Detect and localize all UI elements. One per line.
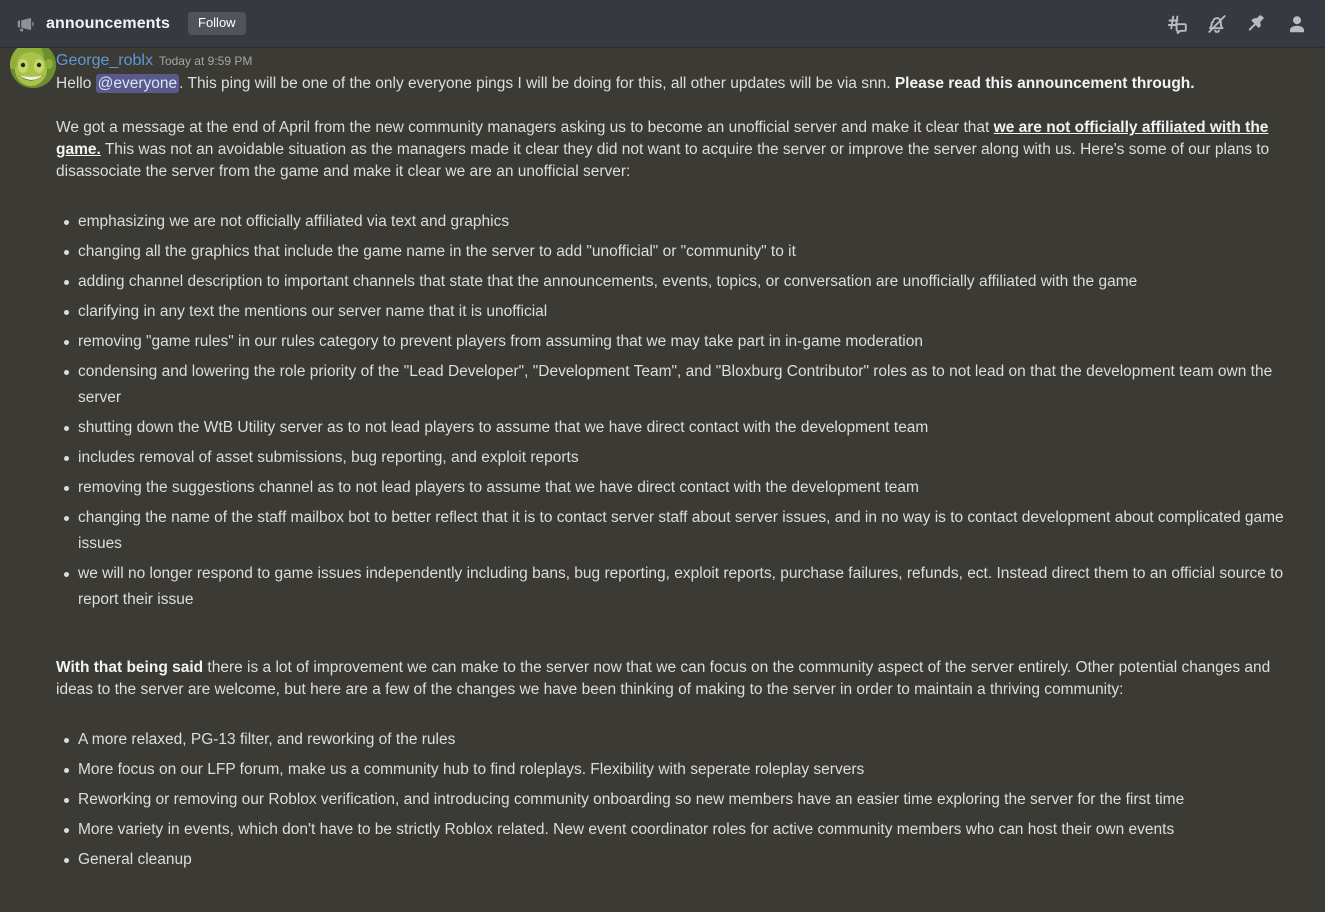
paragraph-1-part-1: We got a message at the end of April fro… xyxy=(56,119,994,136)
intro-bold-tail: Please read this announcement through. xyxy=(894,75,1195,92)
channel-header: announcements Follow xyxy=(0,0,1325,48)
paragraph-2: With that being said there is a lot of i… xyxy=(56,657,1309,701)
list-item: changing all the graphics that include t… xyxy=(64,239,1309,265)
megaphone-icon xyxy=(14,12,38,36)
members-icon[interactable] xyxy=(1285,12,1309,36)
list-item: changing the name of the staff mailbox b… xyxy=(64,505,1309,557)
message: George_roblx Today at 9:59 PM Hello @ever… xyxy=(0,48,1325,912)
paragraph-intro: Hello @everyone. This ping will be one o… xyxy=(56,73,1309,95)
paragraph-1: We got a message at the end of April fro… xyxy=(56,117,1309,183)
follow-button[interactable]: Follow xyxy=(188,12,246,35)
list-item: includes removal of asset submissions, b… xyxy=(64,445,1309,471)
message-body: George_roblx Today at 9:59 PM Hello @ever… xyxy=(56,50,1309,912)
list-item: adding channel description to important … xyxy=(64,269,1309,295)
channel-header-actions xyxy=(1165,12,1313,36)
list-item: A more relaxed, PG-13 filter, and rework… xyxy=(64,727,1309,753)
bell-muted-icon[interactable] xyxy=(1205,12,1229,36)
message-timestamp: Today at 9:59 PM xyxy=(158,54,253,68)
list-item: General cleanup xyxy=(64,847,1309,873)
pin-icon[interactable] xyxy=(1245,12,1269,36)
avatar[interactable] xyxy=(10,48,56,88)
intro-before-mention: Hello xyxy=(56,75,96,92)
list-item: emphasizing we are not officially affili… xyxy=(64,209,1309,235)
author-name[interactable]: George_roblx xyxy=(56,52,153,69)
list-item: clarifying in any text the mentions our … xyxy=(64,299,1309,325)
list-item: shutting down the WtB Utility server as … xyxy=(64,415,1309,441)
list-item: More focus on our LFP forum, make us a c… xyxy=(64,757,1309,783)
paragraph-2-bold-lead: With that being said xyxy=(56,659,204,676)
shrek-avatar-image xyxy=(10,48,56,88)
message-list[interactable]: George_roblx Today at 9:59 PM Hello @ever… xyxy=(0,48,1325,912)
bullet-list-plans: emphasizing we are not officially affili… xyxy=(56,209,1309,613)
list-item: removing the suggestions channel as to n… xyxy=(64,475,1309,501)
list-item: we will no longer respond to game issues… xyxy=(64,561,1309,613)
message-content: Hello @everyone. This ping will be one o… xyxy=(56,73,1309,912)
intro-after-mention: . This ping will be one of the only ever… xyxy=(179,75,895,92)
list-item: condensing and lowering the role priorit… xyxy=(64,359,1309,411)
threads-icon[interactable] xyxy=(1165,12,1189,36)
bullet-list-ideas: A more relaxed, PG-13 filter, and rework… xyxy=(56,727,1309,873)
list-item: removing "game rules" in our rules categ… xyxy=(64,329,1309,355)
channel-header-left: announcements Follow xyxy=(14,12,1165,36)
paragraph-1-part-2: This was not an avoidable situation as t… xyxy=(56,141,1270,180)
message-header: George_roblx Today at 9:59 PM xyxy=(56,50,1309,72)
paragraph-2-rest: there is a lot of improvement we can mak… xyxy=(56,659,1271,698)
list-item: Reworking or removing our Roblox verific… xyxy=(64,787,1309,813)
list-item: More variety in events, which don't have… xyxy=(64,817,1309,843)
everyone-mention[interactable]: @everyone xyxy=(95,74,180,93)
channel-name: announcements xyxy=(46,14,170,32)
